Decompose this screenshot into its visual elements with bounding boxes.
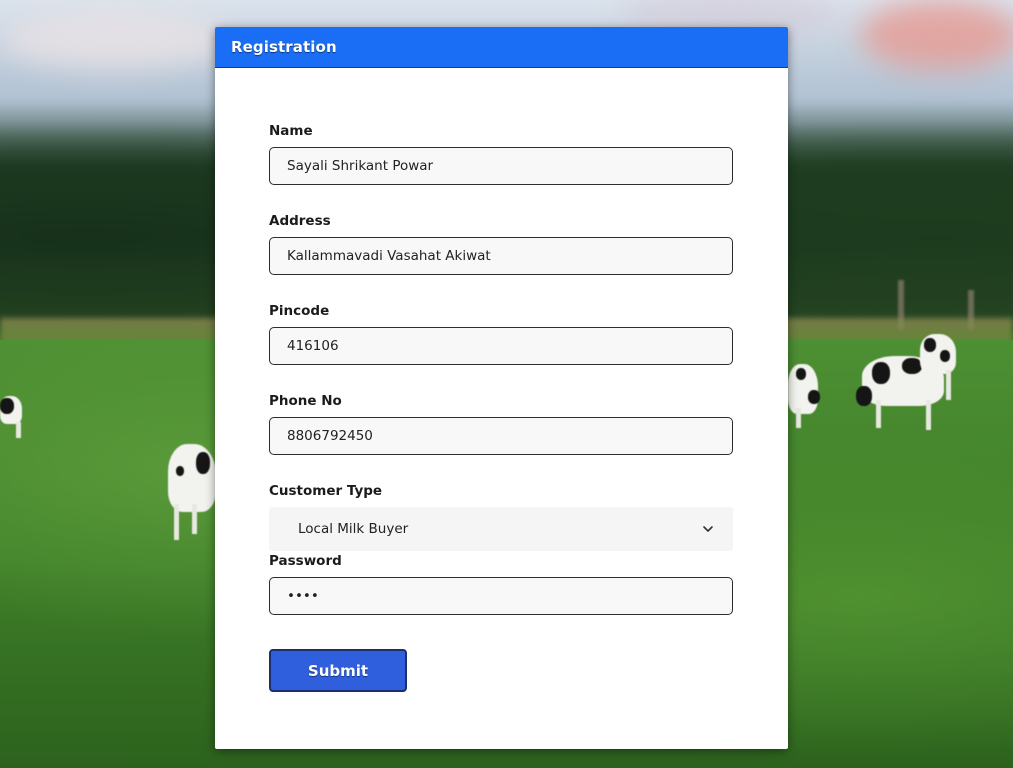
sky-cloud (0, 10, 230, 70)
registration-card: Registration Name Address Pincode Phone … (215, 27, 788, 749)
cow (920, 334, 956, 400)
cow (788, 364, 820, 428)
name-input[interactable] (269, 147, 733, 185)
cow (168, 444, 216, 540)
phone-input[interactable] (269, 417, 733, 455)
pincode-label: Pincode (269, 303, 330, 319)
sky-cloud (860, 0, 1013, 70)
card-header: Registration (215, 27, 788, 68)
pincode-input[interactable] (269, 327, 733, 365)
customer-type-select[interactable]: Local Milk Buyer (269, 507, 733, 551)
registration-form: Name Address Pincode Phone No Customer T… (269, 121, 733, 692)
address-label: Address (269, 213, 331, 229)
name-label: Name (269, 123, 313, 139)
cow (0, 396, 22, 438)
submit-button[interactable]: Submit (269, 649, 407, 692)
customer-type-label: Customer Type (269, 483, 383, 499)
password-input[interactable] (269, 577, 733, 615)
customer-type-value: Local Milk Buyer (298, 521, 409, 537)
card-title: Registration (231, 38, 337, 56)
phone-label: Phone No (269, 393, 342, 409)
password-label: Password (269, 553, 342, 569)
chevron-down-icon (703, 526, 713, 532)
address-input[interactable] (269, 237, 733, 275)
